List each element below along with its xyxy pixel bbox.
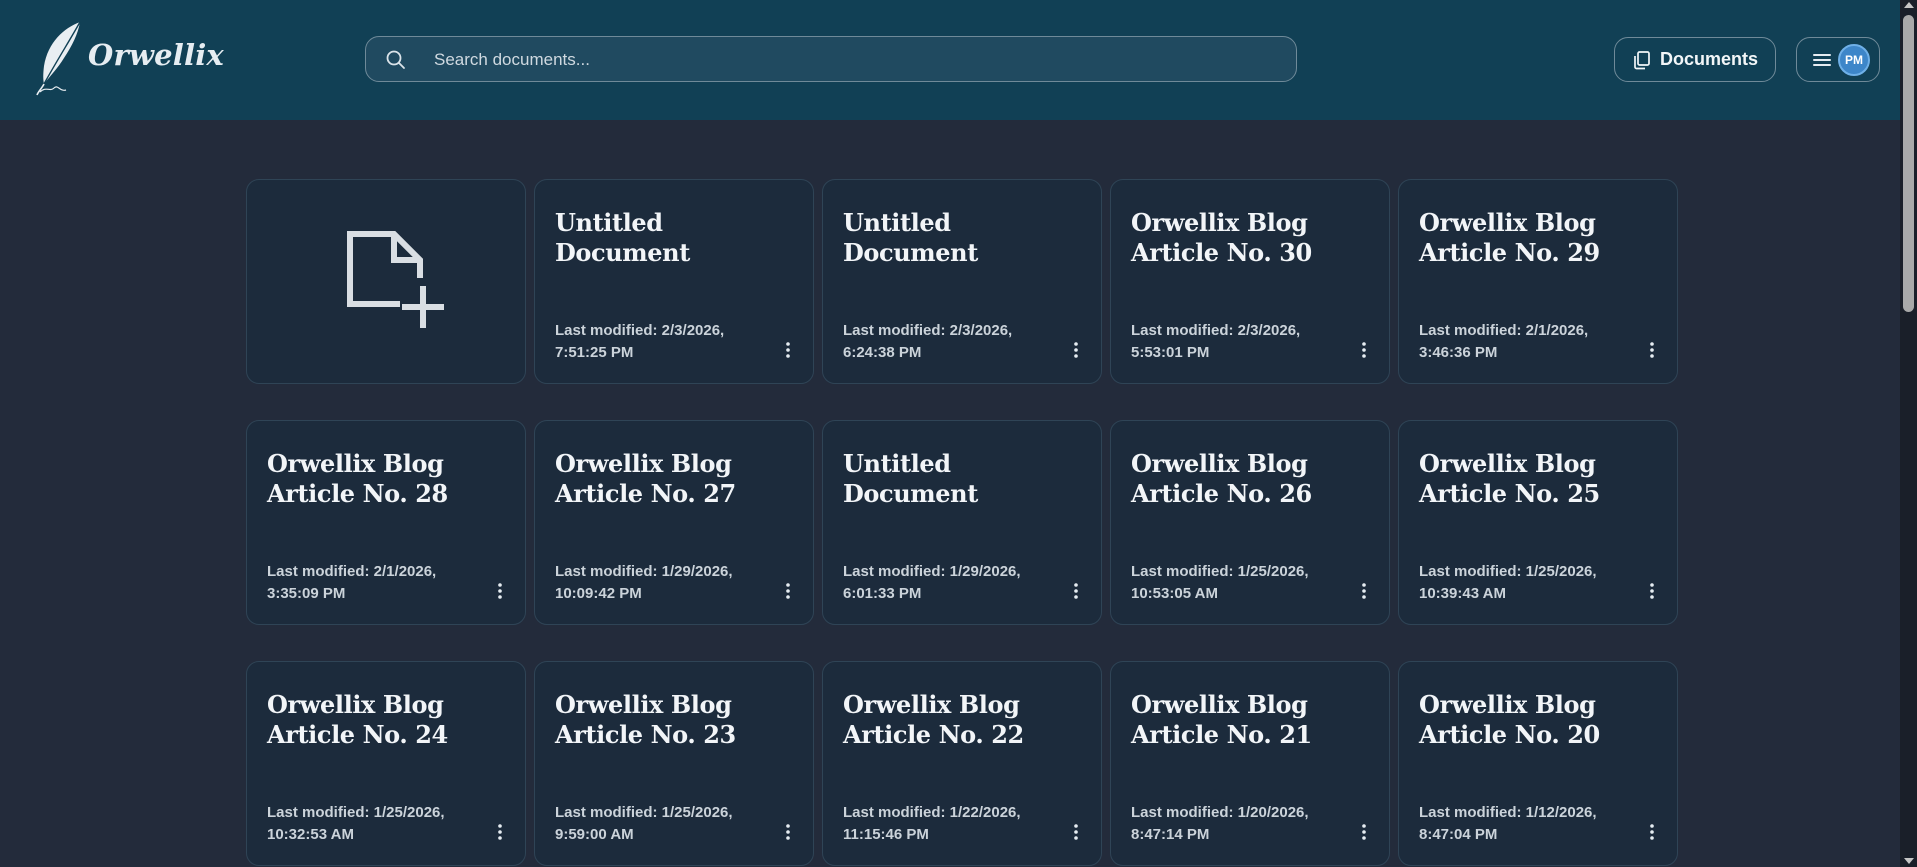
copy-documents-icon [1634, 50, 1650, 69]
document-title: Untitled Document [555, 208, 690, 267]
document-title: Orwellix Blog Article No. 20 [1419, 690, 1600, 749]
kebab-vertical-icon[interactable] [1647, 341, 1657, 359]
document-title: Orwellix Blog Article No. 22 [843, 690, 1024, 749]
document-card[interactable]: Orwellix Blog Article No. 21 Last modifi… [1110, 661, 1390, 866]
scrollbar-thumb[interactable] [1903, 15, 1914, 312]
document-last-modified: Last modified: 1/25/2026, 9:59:00 AM [555, 804, 733, 843]
new-document-card[interactable] [246, 179, 526, 384]
document-card[interactable]: Untitled Document Last modified: 2/3/202… [534, 179, 814, 384]
document-last-modified: Last modified: 1/29/2026, 10:09:42 PM [555, 563, 733, 602]
document-card[interactable]: Untitled Document Last modified: 2/3/202… [822, 179, 1102, 384]
kebab-vertical-icon[interactable] [783, 823, 793, 841]
document-card[interactable]: Orwellix Blog Article No. 26 Last modifi… [1110, 420, 1390, 625]
kebab-vertical-icon[interactable] [495, 823, 505, 841]
kebab-vertical-icon[interactable] [1359, 823, 1369, 841]
document-last-modified: Last modified: 2/3/2026, 6:24:38 PM [843, 322, 1013, 361]
document-last-modified: Last modified: 2/1/2026, 3:35:09 PM [267, 563, 437, 602]
kebab-vertical-icon[interactable] [783, 341, 793, 359]
kebab-vertical-icon[interactable] [495, 582, 505, 600]
document-title: Orwellix Blog Article No. 25 [1419, 449, 1600, 508]
document-card[interactable]: Orwellix Blog Article No. 20 Last modifi… [1398, 661, 1678, 866]
document-last-modified: Last modified: 1/29/2026, 6:01:33 PM [843, 563, 1021, 602]
document-last-modified: Last modified: 1/25/2026, 10:32:53 AM [267, 804, 445, 843]
document-title: Orwellix Blog Article No. 26 [1131, 449, 1312, 508]
scroll-down-arrow-icon[interactable] [1904, 858, 1914, 864]
document-last-modified: Last modified: 1/22/2026, 11:15:46 PM [843, 804, 1021, 843]
document-title: Orwellix Blog Article No. 21 [1131, 690, 1312, 749]
search-bar[interactable] [365, 36, 1297, 83]
kebab-vertical-icon[interactable] [1071, 582, 1081, 600]
documents-button[interactable]: Documents [1614, 37, 1776, 82]
document-last-modified: Last modified: 2/3/2026, 7:51:25 PM [555, 322, 725, 361]
page-scrollbar[interactable] [1900, 0, 1917, 867]
document-card[interactable]: Orwellix Blog Article No. 29 Last modifi… [1398, 179, 1678, 384]
document-last-modified: Last modified: 1/25/2026, 10:53:05 AM [1131, 563, 1309, 602]
feather-quill-icon [36, 21, 81, 96]
kebab-vertical-icon[interactable] [1647, 823, 1657, 841]
app-name: Orwellix [88, 38, 224, 72]
avatar: PM [1838, 44, 1870, 76]
document-title: Untitled Document [843, 449, 978, 508]
document-card[interactable]: Orwellix Blog Article No. 28 Last modifi… [246, 420, 526, 625]
document-card[interactable]: Orwellix Blog Article No. 24 Last modifi… [246, 661, 526, 866]
document-title: Orwellix Blog Article No. 30 [1131, 208, 1312, 267]
kebab-vertical-icon[interactable] [1071, 341, 1081, 359]
document-card[interactable]: Orwellix Blog Article No. 25 Last modifi… [1398, 420, 1678, 625]
kebab-vertical-icon[interactable] [1359, 582, 1369, 600]
new-file-plus-icon [347, 231, 444, 328]
document-card[interactable]: Orwellix Blog Article No. 23 Last modifi… [534, 661, 814, 866]
search-input[interactable] [432, 37, 1276, 83]
account-menu-button[interactable]: PM [1796, 37, 1880, 82]
kebab-vertical-icon[interactable] [783, 582, 793, 600]
document-card[interactable]: Orwellix Blog Article No. 22 Last modifi… [822, 661, 1102, 866]
documents-button-label: Documents [1659, 49, 1758, 69]
document-last-modified: Last modified: 1/25/2026, 10:39:43 AM [1419, 563, 1597, 602]
document-title: Orwellix Blog Article No. 29 [1419, 208, 1600, 267]
document-title: Orwellix Blog Article No. 27 [555, 449, 736, 508]
top-bar: Orwellix Documents PM [0, 0, 1900, 120]
document-title: Orwellix Blog Article No. 24 [267, 690, 448, 749]
kebab-vertical-icon[interactable] [1071, 823, 1081, 841]
document-last-modified: Last modified: 1/12/2026, 8:47:04 PM [1419, 804, 1597, 843]
documents-grid: Untitled Document Last modified: 2/3/202… [246, 179, 1680, 866]
document-last-modified: Last modified: 2/3/2026, 5:53:01 PM [1131, 322, 1301, 361]
kebab-vertical-icon[interactable] [1647, 582, 1657, 600]
document-title: Orwellix Blog Article No. 28 [267, 449, 448, 508]
scroll-up-arrow-icon[interactable] [1904, 2, 1914, 8]
document-card[interactable]: Orwellix Blog Article No. 27 Last modifi… [534, 420, 814, 625]
kebab-vertical-icon[interactable] [1359, 341, 1369, 359]
app-logo[interactable]: Orwellix [36, 20, 226, 96]
hamburger-menu-icon [1813, 54, 1831, 66]
document-last-modified: Last modified: 1/20/2026, 8:47:14 PM [1131, 804, 1309, 843]
document-card[interactable]: Orwellix Blog Article No. 30 Last modifi… [1110, 179, 1390, 384]
document-last-modified: Last modified: 2/1/2026, 3:46:36 PM [1419, 322, 1589, 361]
search-icon [386, 50, 405, 69]
document-card[interactable]: Untitled Document Last modified: 1/29/20… [822, 420, 1102, 625]
document-title: Untitled Document [843, 208, 978, 267]
document-title: Orwellix Blog Article No. 23 [555, 690, 736, 749]
